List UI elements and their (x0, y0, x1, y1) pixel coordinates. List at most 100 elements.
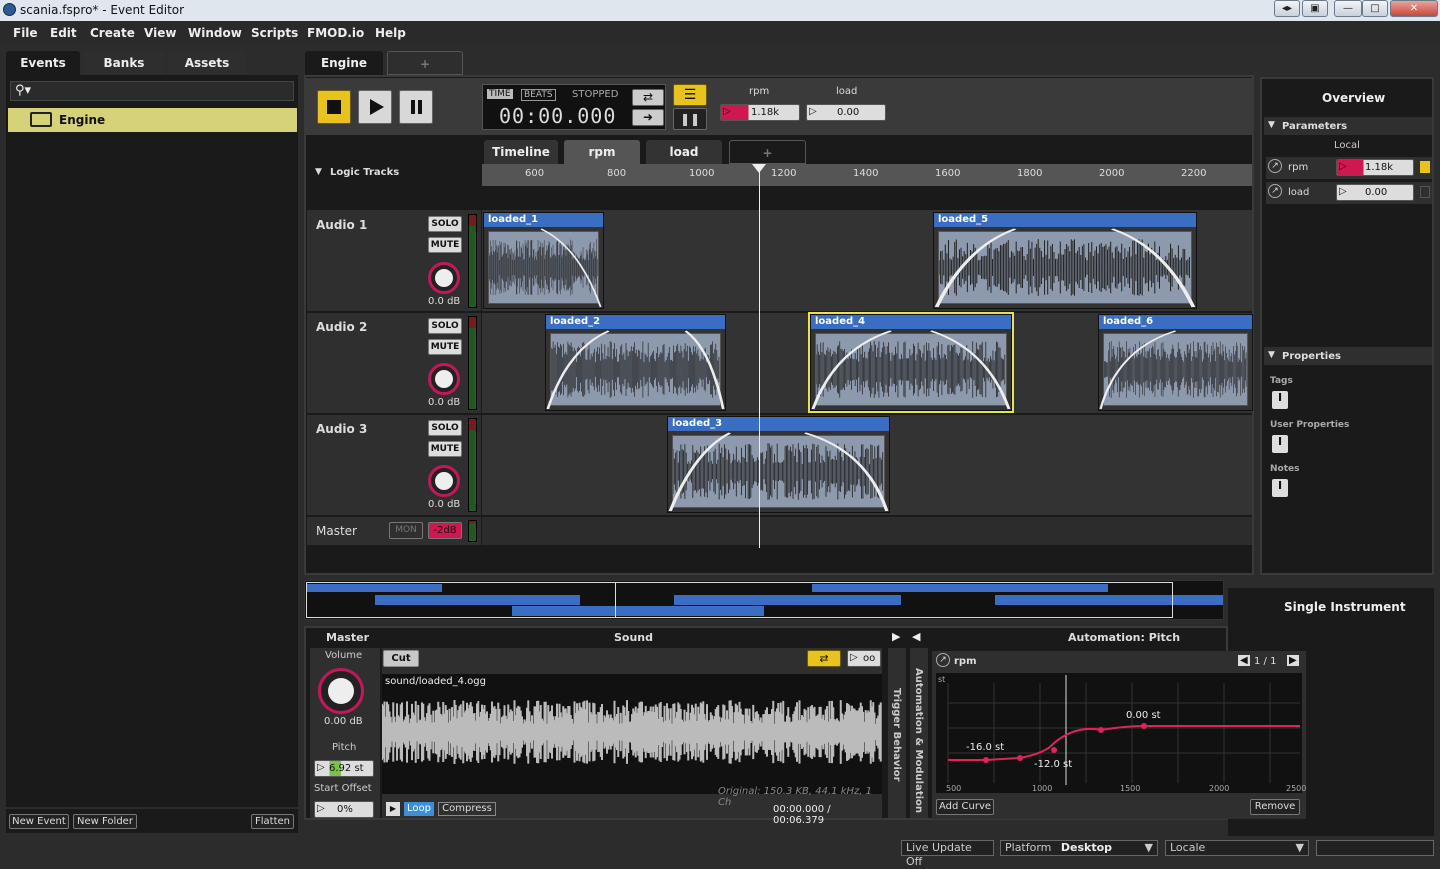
next-page-icon[interactable]: ▶ (1287, 655, 1299, 666)
collapse-left-icon[interactable]: ◀ (912, 630, 920, 643)
trigger-behavior-tab[interactable]: Trigger Behavior (888, 648, 906, 818)
menu-fmodio[interactable]: FMOD.io (307, 26, 364, 40)
add-tab-button[interactable]: + (387, 51, 463, 75)
loop-icon[interactable]: ⇄ (807, 650, 841, 667)
menu-help[interactable]: Help (375, 26, 406, 40)
volume-knob[interactable] (428, 465, 460, 497)
subtab-load[interactable]: load (646, 140, 722, 164)
stop-button[interactable] (317, 90, 351, 124)
mute-button[interactable]: MUTE (428, 339, 462, 355)
track-header-audio1[interactable]: Audio 1 SOLO MUTE 0.0 dB (307, 210, 481, 311)
menu-view[interactable]: View (144, 26, 176, 40)
snap-icon[interactable]: ▣ (1302, 0, 1328, 17)
menu-create[interactable]: Create (90, 26, 135, 40)
play-button[interactable] (358, 90, 392, 124)
pause-icon (411, 100, 415, 114)
sound-waveform-view[interactable]: sound/loaded_4.ogg Original: 150.3 KB, 4… (382, 674, 882, 808)
text-cursor-icon[interactable]: I (1272, 391, 1288, 409)
volume-knob[interactable] (318, 668, 364, 714)
menu-window[interactable]: Window (188, 26, 242, 40)
mute-button[interactable]: MUTE (428, 237, 462, 253)
locale-select[interactable]: Locale ▼ (1165, 840, 1309, 856)
param-value-field[interactable]: ▷ 0.00 (1336, 184, 1414, 201)
maximize-button[interactable]: □ (1362, 0, 1388, 17)
param-color-swatch[interactable] (1420, 186, 1430, 198)
rpm-param-input[interactable]: ▷ 1.18k (720, 104, 800, 121)
subtab-add[interactable]: + (729, 140, 806, 164)
monitor-button[interactable]: MON (389, 522, 423, 539)
instrument-loaded-3[interactable]: loaded_3 (667, 416, 890, 513)
tab-assets[interactable]: Assets (168, 51, 246, 75)
beats-mode-label[interactable]: BEATS (521, 89, 556, 101)
track-header-audio3[interactable]: Audio 3 SOLO MUTE 0.0 dB (307, 415, 481, 515)
instrument-loaded-2[interactable]: loaded_2 (545, 314, 726, 411)
menu-scripts[interactable]: Scripts (251, 26, 298, 40)
loop-playback-icon[interactable]: ⇄ (632, 89, 664, 106)
time-mode-label[interactable]: TIME (487, 89, 513, 99)
volume-knob[interactable] (428, 262, 460, 294)
load-param-input[interactable]: ▷ 0.00 (806, 104, 886, 121)
search-input[interactable]: ⚲▾ (10, 81, 294, 101)
instrument-loaded-1[interactable]: loaded_1 (483, 212, 604, 309)
subtab-timeline[interactable]: Timeline (484, 140, 558, 164)
new-folder-button[interactable]: New Folder (73, 814, 137, 829)
instrument-loaded-6[interactable]: loaded_6 (1098, 314, 1253, 411)
automation-graph[interactable]: st -16.0 st -12.0 st 0.00 st 500 1000 15… (936, 673, 1306, 793)
solo-button[interactable]: SOLO (428, 216, 462, 232)
parameter-sheet-icon[interactable]: ❚❚ (673, 108, 707, 130)
follow-icon[interactable]: ➜ (632, 109, 664, 126)
tab-engine[interactable]: Engine (305, 51, 383, 75)
platform-select[interactable]: Platform Desktop ▼ (1000, 840, 1158, 856)
loop-toggle[interactable]: Loop (404, 802, 434, 816)
track-header-audio2[interactable]: Audio 2 SOLO MUTE 0.0 dB (307, 313, 481, 413)
flatten-button[interactable]: Flatten (251, 814, 294, 829)
list-item-engine[interactable]: Engine (8, 108, 297, 132)
playhead-marker-icon[interactable] (752, 164, 766, 173)
pitch-field[interactable]: ▷ 6.92 st (314, 760, 374, 777)
param-row-load[interactable]: ↗ load ▷ 0.00 (1266, 182, 1432, 204)
close-button[interactable]: ✕ (1390, 0, 1438, 17)
mute-button[interactable]: MUTE (428, 441, 462, 457)
remove-button[interactable]: Remove (1250, 799, 1300, 815)
restore-icon[interactable]: ◂▸ (1274, 0, 1300, 17)
timeline-overview[interactable] (304, 580, 1224, 620)
fade-curve (934, 228, 1196, 308)
instrument-loaded-4[interactable]: loaded_4 (808, 312, 1014, 413)
playhead[interactable] (759, 164, 760, 548)
tab-banks[interactable]: Banks (84, 51, 164, 75)
add-curve-button[interactable]: Add Curve (936, 799, 994, 815)
new-event-button[interactable]: New Event (9, 814, 69, 829)
menu-edit[interactable]: Edit (50, 26, 77, 40)
param-row-rpm[interactable]: ↗ rpm ▷ 1.18k (1266, 157, 1432, 179)
collapse-triangle-icon[interactable]: ▼ (315, 167, 322, 177)
minimize-button[interactable]: — (1334, 0, 1362, 17)
live-update-toggle[interactable]: Live Update Off (901, 840, 994, 868)
list-view-icon[interactable]: ☰ (673, 84, 707, 106)
text-cursor-icon[interactable]: I (1272, 435, 1288, 453)
param-color-swatch[interactable] (1420, 161, 1430, 173)
preview-play-icon[interactable]: ▶ (386, 802, 400, 816)
viewport-box[interactable] (306, 582, 1173, 618)
master-volume-field[interactable]: -2dB (428, 522, 462, 539)
expand-right-icon[interactable]: ▶ (892, 630, 900, 643)
pause-button[interactable] (399, 90, 433, 124)
instrument-loaded-5[interactable]: loaded_5 (933, 212, 1197, 309)
tab-events[interactable]: Events (6, 51, 80, 75)
compress-toggle[interactable]: Compress (438, 802, 496, 816)
start-offset-field[interactable]: ▷ 0% (314, 801, 374, 818)
prev-page-icon[interactable]: ◀ (1238, 655, 1250, 666)
solo-button[interactable]: SOLO (428, 318, 462, 334)
loop-count-field[interactable]: ▷ oo (847, 650, 881, 667)
subtab-rpm[interactable]: rpm (564, 140, 640, 164)
param-value-field[interactable]: ▷ 1.18k (1336, 159, 1414, 176)
text-cursor-icon[interactable]: I (1272, 479, 1288, 497)
properties-section[interactable]: ▼ Properties (1264, 347, 1432, 365)
volume-knob[interactable] (428, 363, 460, 395)
menu-file[interactable]: File (13, 26, 38, 40)
solo-button[interactable]: SOLO (428, 420, 462, 436)
cut-button[interactable]: Cut (383, 650, 419, 667)
ruler-tick: 600 (525, 168, 545, 179)
automation-modulation-tab[interactable]: Automation & Modulation (910, 648, 928, 818)
track-header-master[interactable]: Master MON -2dB (307, 517, 481, 545)
parameters-section[interactable]: ▼ Parameters (1264, 117, 1432, 135)
